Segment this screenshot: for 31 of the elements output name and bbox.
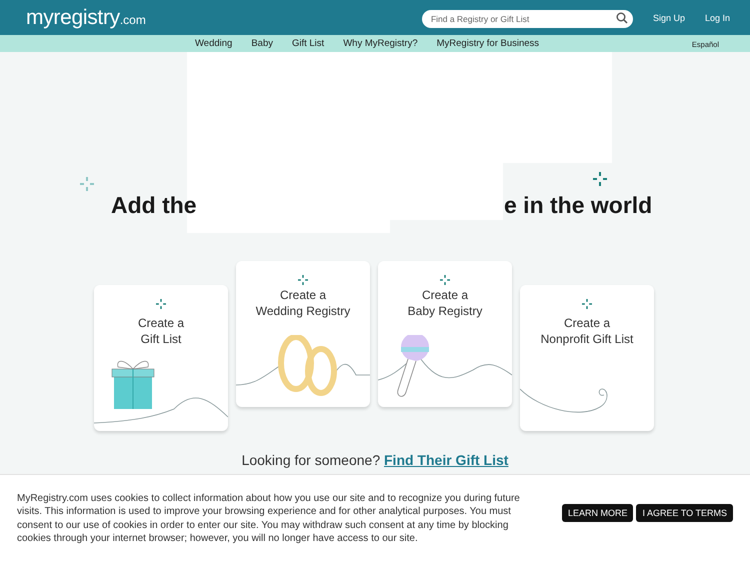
- card-title: Create a Nonprofit Gift List: [540, 315, 634, 347]
- search-field[interactable]: Find a Registry or Gift List: [422, 10, 633, 28]
- sparkle-icon: [582, 299, 592, 309]
- search-icon[interactable]: [616, 12, 628, 24]
- heading-text: Add the: [111, 192, 197, 219]
- sparkle-icon: [440, 275, 450, 285]
- card-title: Create a Wedding Registry: [256, 287, 350, 319]
- registry-card[interactable]: Create a Baby Registry: [378, 261, 512, 407]
- heading-text: e in the world: [504, 192, 652, 219]
- card-title: Create a Baby Registry: [408, 287, 482, 319]
- nav-link[interactable]: Wedding: [195, 38, 232, 49]
- sparkle-icon: [298, 275, 308, 285]
- nav-link[interactable]: Gift List: [292, 38, 324, 49]
- header-link[interactable]: Sign Up: [652, 12, 685, 22]
- card-title: Create a Gift List: [138, 315, 184, 347]
- lookup-text: Looking for someone? Find Their Gift List: [240, 452, 510, 468]
- logo[interactable]: myregistry.com: [26, 6, 422, 30]
- sparkle-icon: [80, 177, 94, 191]
- registry-card[interactable]: Create a Nonprofit Gift List: [520, 285, 654, 431]
- nav-link[interactable]: Baby: [251, 38, 273, 49]
- registry-card[interactable]: Create a Gift List: [94, 285, 228, 431]
- nav-link[interactable]: MyRegistry for Business: [436, 38, 540, 49]
- find-gift-list-link[interactable]: Find Their Gift List: [384, 452, 508, 468]
- cookie-button[interactable]: LEARN MORE: [562, 504, 634, 522]
- sparkle-icon: [156, 299, 166, 309]
- cookie-text: MyRegistry.com uses cookies to collect information about how you use our site and to recognize you during future visits. This information is used to improve your browsing experience and for other analytical purposes. You must consent to our use of cookies in order to enter our site. You may withdraw such consent at any time by blocking cookies through your internet browser; however, you will no longer have access to our site.: [17, 492, 521, 546]
- nav-link[interactable]: Why MyRegistry?: [343, 38, 418, 49]
- header-link[interactable]: Log In: [704, 12, 730, 22]
- cookie-button[interactable]: I AGREE TO TERMS: [636, 504, 733, 522]
- sparkle-icon: [593, 172, 607, 186]
- registry-card[interactable]: Create a Wedding Registry: [236, 261, 370, 407]
